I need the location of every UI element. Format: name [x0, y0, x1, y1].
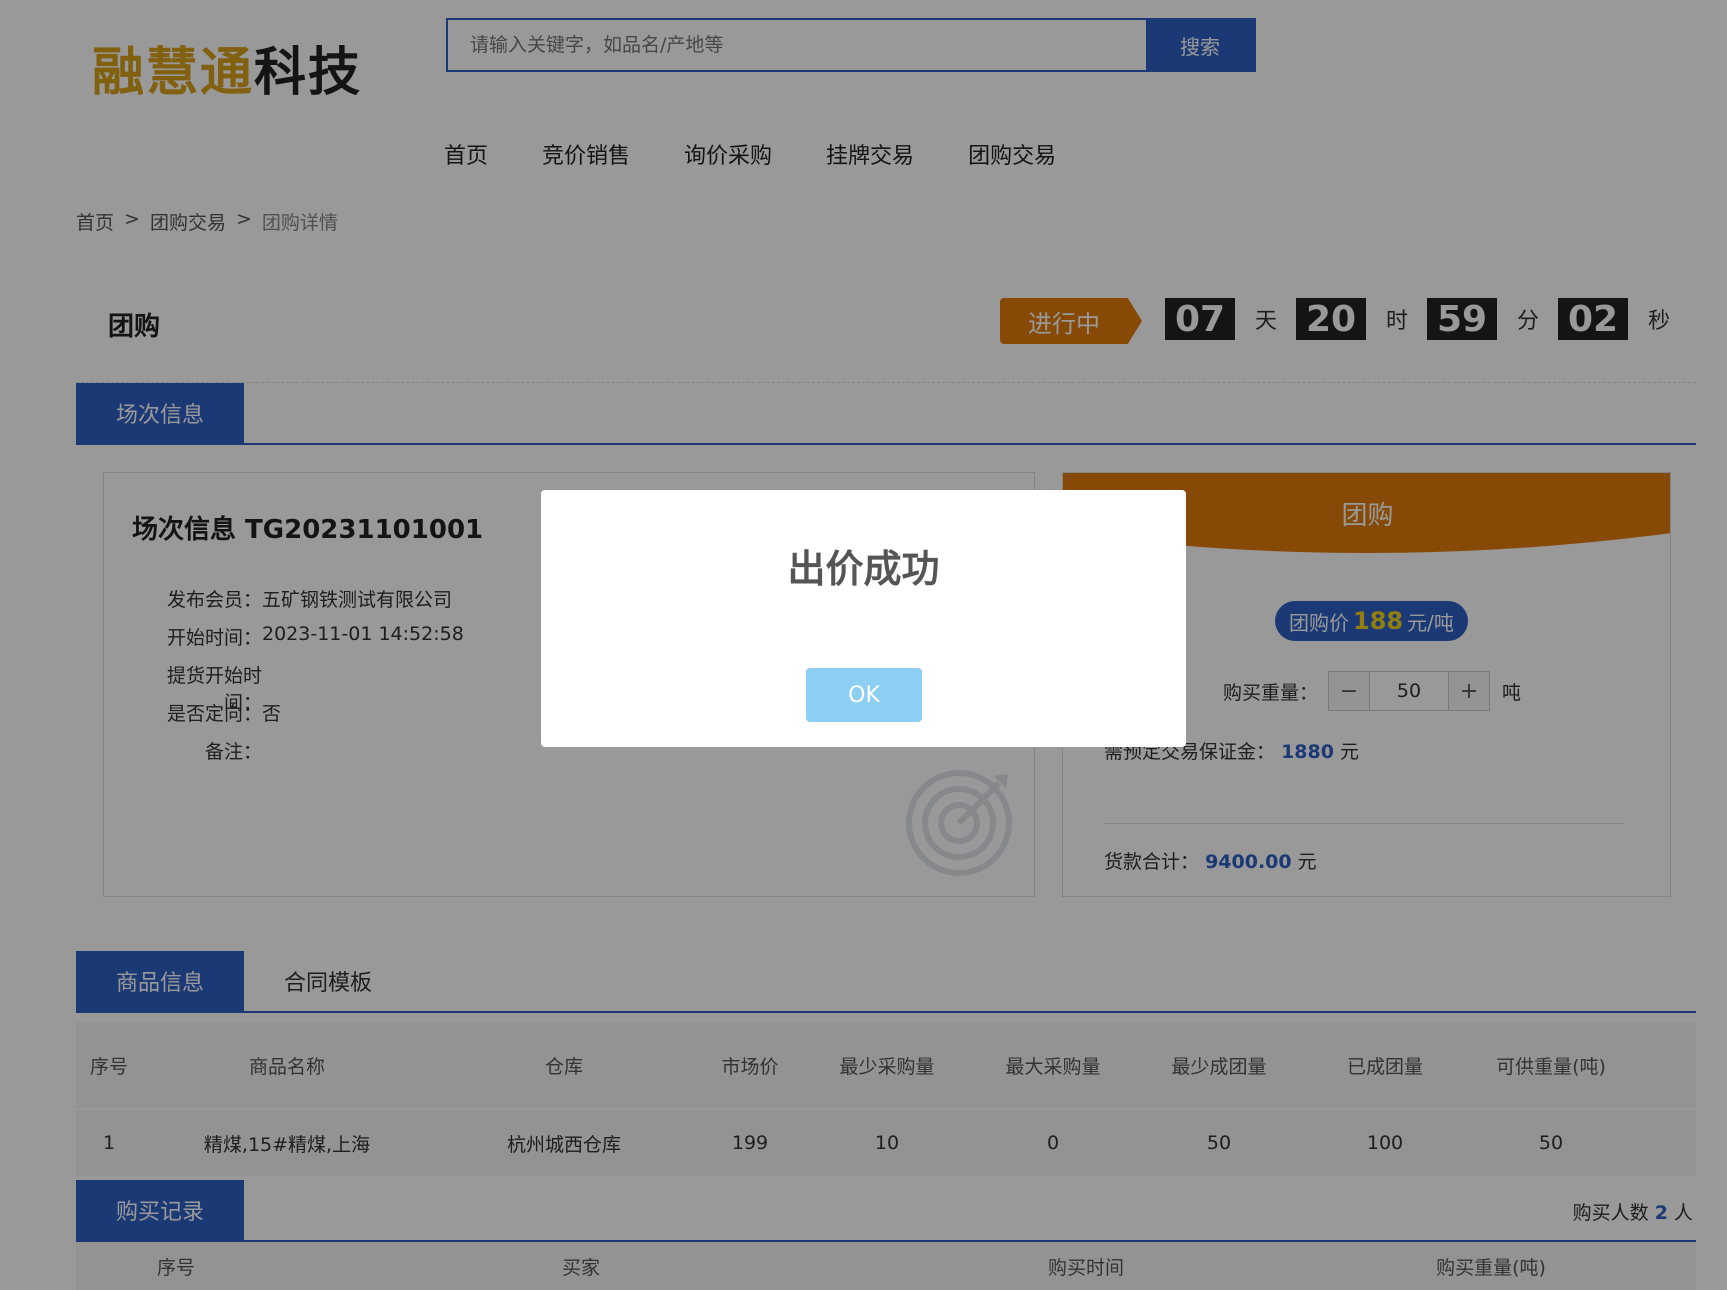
- dialog-title: 出价成功: [787, 547, 940, 591]
- success-dialog: 出价成功 OK: [541, 490, 1186, 747]
- ok-button[interactable]: OK: [806, 668, 922, 722]
- page: 融慧通科技 搜索 首页 竞价销售 询价采购 挂牌交易 团购交易 首页 > 团购交…: [0, 0, 1727, 1290]
